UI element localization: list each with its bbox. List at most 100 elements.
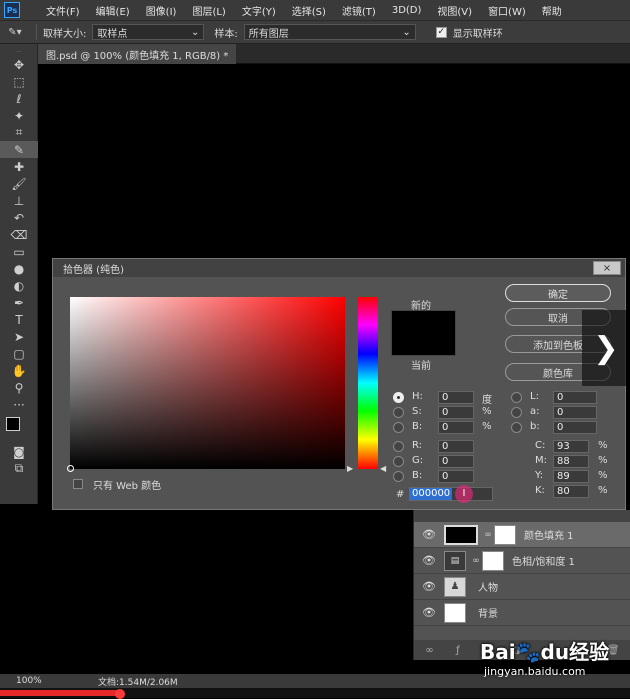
document-tab-bar: 图.psd @ 100% (颜色填充 1, RGB/8) * [38,44,630,64]
black-field[interactable]: 80 [553,485,589,498]
magenta-field[interactable]: 88 [553,455,589,468]
hue-radio[interactable] [393,392,404,403]
slider-arrow-right-icon[interactable]: ▶ [347,464,353,473]
history-brush-tool-icon[interactable]: ↶ [0,209,38,226]
rectangle-tool-icon[interactable]: ▢ [0,345,38,362]
cyan-field[interactable]: 93 [553,440,589,453]
hand-tool-icon[interactable]: ✋ [0,362,38,379]
layer-row[interactable]: 👁 ▤ ∞ 色相/饱和度 1 [414,548,630,574]
paw-icon: 🐾 [515,640,541,664]
menu-3d[interactable]: 3D(D) [392,5,422,16]
saturation-radio[interactable] [393,407,404,418]
move-tool-icon[interactable]: ✥ [0,56,38,73]
eyedropper-preset-icon[interactable]: ✎▾ [0,21,30,43]
dodge-tool-icon[interactable]: ◐ [0,277,38,294]
clone-stamp-tool-icon[interactable]: ⊥ [0,192,38,209]
eye-icon[interactable]: 👁 [414,606,444,619]
eyedropper-tool-icon[interactable]: ✎ [0,141,38,158]
color-field[interactable] [67,297,345,472]
hex-label: # [396,489,405,500]
menu-file[interactable]: 文件(F) [46,3,80,18]
close-button[interactable]: × [593,261,621,275]
next-arrow-icon[interactable]: ❯ [582,310,630,386]
lab-a-label: a: [530,406,540,417]
chevron-down-icon: ⌄ [190,26,200,38]
blue-radio[interactable] [393,471,404,482]
dialog-title: 拾色器 (纯色) [53,259,625,277]
show-ring-checkbox[interactable]: ✓ [435,26,447,38]
slider-arrow-left-icon[interactable]: ◀ [380,464,386,473]
fx-icon[interactable]: ƒ [456,645,460,656]
color-field-marker[interactable] [67,465,74,472]
lab-b-field[interactable]: 0 [553,421,597,434]
link-icon[interactable]: ∞ [482,530,494,540]
eraser-tool-icon[interactable]: ⌫ [0,226,38,243]
panel-grip-icon[interactable]: ‥ [0,44,38,56]
saturation-field[interactable]: 0 [438,406,474,419]
gradient-tool-icon[interactable]: ▭ [0,243,38,260]
layer-row[interactable]: 👁 ∞ 颜色填充 1 [414,522,630,548]
zoom-tool-icon[interactable]: ⚲ [0,379,38,396]
zoom-level[interactable]: 100% [16,676,98,686]
crop-tool-icon[interactable]: ⌗ [0,124,38,141]
menu-window[interactable]: 窗口(W) [488,3,526,18]
magic-wand-tool-icon[interactable]: ✦ [0,107,38,124]
blue-field[interactable]: 0 [438,470,474,483]
lab-l-radio[interactable] [511,392,522,403]
more-tools-icon[interactable]: ··· [0,396,38,413]
link-layers-icon[interactable]: ∞ [425,645,433,656]
foreground-color-icon[interactable] [6,417,20,431]
brightness-label: B: [412,421,423,432]
sample-size-select[interactable]: 取样点 ⌄ [92,24,205,40]
blur-tool-icon[interactable]: ● [0,260,38,277]
hex-input[interactable]: 000000 [409,487,493,501]
eye-icon[interactable]: 👁 [414,528,444,541]
menu-select[interactable]: 选择(S) [292,3,326,18]
menu-type[interactable]: 文字(Y) [242,3,276,18]
menu-filter[interactable]: 滤镜(T) [342,3,376,18]
hex-value: 000000 [410,488,453,500]
lasso-tool-icon[interactable]: ℓ [0,90,38,107]
layer-row[interactable]: 👁 ♟ 人物 [414,574,630,600]
lab-b-radio[interactable] [511,422,522,433]
menu-edit[interactable]: 编辑(E) [96,3,130,18]
person-thumbnail-icon: ♟ [444,576,466,597]
web-colors-only-checkbox[interactable] [73,479,83,489]
web-colors-only-label: 只有 Web 颜色 [93,481,162,492]
quick-mask-icon[interactable]: ◙ [0,443,38,460]
lab-l-field[interactable]: 0 [553,391,597,404]
color-swatches[interactable] [0,413,38,443]
menu-help[interactable]: 帮助 [542,3,562,18]
menu-layer[interactable]: 图层(L) [192,3,225,18]
brightness-radio[interactable] [393,422,404,433]
watermark-url: jingyan.baidu.com [484,665,586,678]
green-field[interactable]: 0 [438,455,474,468]
green-radio[interactable] [393,456,404,467]
screen-mode-icon[interactable]: ⧉ [0,460,38,477]
eye-icon[interactable]: 👁 [414,580,444,593]
menu-image[interactable]: 图像(I) [146,3,177,18]
brightness-field[interactable]: 0 [438,421,474,434]
sample-size-label: 取样大小: [43,28,87,40]
layer-row[interactable]: 👁 背景 [414,600,630,626]
ok-button[interactable]: 确定 [505,284,611,302]
hue-field[interactable]: 0 [438,391,474,404]
pen-tool-icon[interactable]: ✒ [0,294,38,311]
logo-part: du [540,640,570,664]
hue-slider[interactable] [358,297,378,469]
document-tab[interactable]: 图.psd @ 100% (颜色填充 1, RGB/8) * [38,44,237,64]
link-icon[interactable]: ∞ [470,556,482,566]
red-radio[interactable] [393,441,404,452]
lab-a-field[interactable]: 0 [553,406,597,419]
red-field[interactable]: 0 [438,440,474,453]
lab-a-radio[interactable] [511,407,522,418]
yellow-field[interactable]: 89 [553,470,589,483]
path-selection-tool-icon[interactable]: ➤ [0,328,38,345]
menu-view[interactable]: 视图(V) [437,3,472,18]
brush-tool-icon[interactable]: 🖌 [0,175,38,192]
healing-brush-tool-icon[interactable]: ✚ [0,158,38,175]
marquee-tool-icon[interactable]: ⬚ [0,73,38,90]
sample-select[interactable]: 所有图层 ⌄ [243,24,416,40]
type-tool-icon[interactable]: T [0,311,38,328]
eye-icon[interactable]: 👁 [414,554,444,567]
